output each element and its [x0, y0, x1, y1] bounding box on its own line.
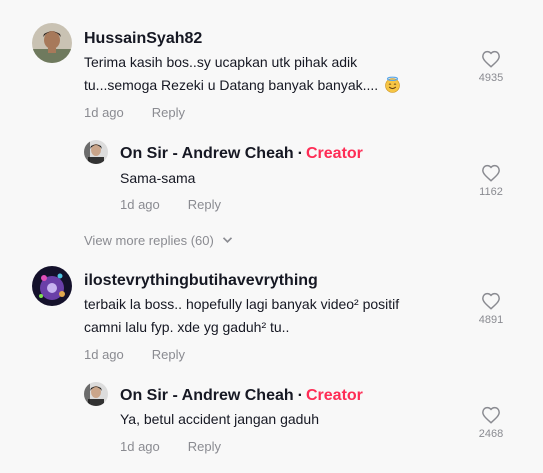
- comment-meta: 1d ago Reply: [84, 105, 185, 120]
- avatar[interactable]: [84, 382, 108, 406]
- separator-dot: ·: [297, 387, 303, 404]
- view-more-replies-label: View more replies (60): [84, 233, 214, 248]
- creator-badge: Creator: [305, 145, 363, 162]
- avatar[interactable]: [32, 23, 72, 63]
- reply-meta: 1d ago Reply: [120, 197, 221, 212]
- like-count: 4935: [478, 72, 504, 84]
- smiling-face-with-halo-icon: [384, 76, 401, 93]
- comment-username[interactable]: HussainSyah82: [84, 30, 202, 48]
- creator-badge: Creator: [305, 387, 363, 404]
- heart-icon: [482, 292, 500, 310]
- reply-meta: 1d ago Reply: [120, 439, 221, 454]
- reply-username-row: On Sir - Andrew Cheah · Creator: [120, 387, 363, 405]
- comment-timestamp: 1d ago: [84, 347, 124, 362]
- reply-username[interactable]: On Sir - Andrew Cheah: [120, 387, 294, 404]
- comment-text-line-1: terbaik la boss.. hopefully lagi banyak …: [84, 296, 400, 312]
- comment-timestamp: 1d ago: [84, 105, 124, 120]
- chevron-down-icon: [223, 237, 233, 244]
- like-button[interactable]: 4891: [471, 292, 511, 326]
- heart-icon: [482, 406, 500, 424]
- like-button[interactable]: 1162: [471, 164, 511, 198]
- like-button[interactable]: 4935: [471, 50, 511, 84]
- reply-text: Ya, betul accident jangan gaduh: [120, 411, 320, 427]
- reply-username-row: On Sir - Andrew Cheah · Creator: [120, 145, 363, 163]
- avatar[interactable]: [32, 266, 72, 306]
- reply-button[interactable]: Reply: [188, 197, 221, 212]
- comment-text-line-1: Terima kasih bos..sy ucapkan utk pihak a…: [84, 54, 358, 70]
- like-button[interactable]: 2468: [471, 406, 511, 440]
- heart-icon: [482, 50, 500, 68]
- reply-username[interactable]: On Sir - Andrew Cheah: [120, 145, 294, 162]
- heart-icon: [482, 164, 500, 182]
- comment-text-line-2: tu...semoga Rezeki u Datang banyak banya…: [84, 74, 401, 97]
- like-count: 4891: [478, 314, 504, 326]
- view-more-replies-button[interactable]: View more replies (60): [84, 233, 233, 248]
- reply-timestamp: 1d ago: [120, 197, 160, 212]
- reply-text: Sama-sama: [120, 170, 196, 186]
- like-count: 1162: [479, 186, 503, 198]
- comment-text-line-2: camni lalu fyp. xde yg gaduh² tu..: [84, 319, 290, 335]
- reply-timestamp: 1d ago: [120, 439, 160, 454]
- comment-username[interactable]: ilostevrythingbutihavevrything: [84, 272, 318, 290]
- comment-text-line-2-text: tu...semoga Rezeki u Datang banyak banya…: [84, 77, 379, 93]
- separator-dot: ·: [297, 145, 303, 162]
- comment-meta: 1d ago Reply: [84, 347, 185, 362]
- reply-button[interactable]: Reply: [188, 439, 221, 454]
- like-count: 2468: [478, 428, 504, 440]
- avatar[interactable]: [84, 140, 108, 164]
- reply-button[interactable]: Reply: [152, 105, 185, 120]
- reply-button[interactable]: Reply: [152, 347, 185, 362]
